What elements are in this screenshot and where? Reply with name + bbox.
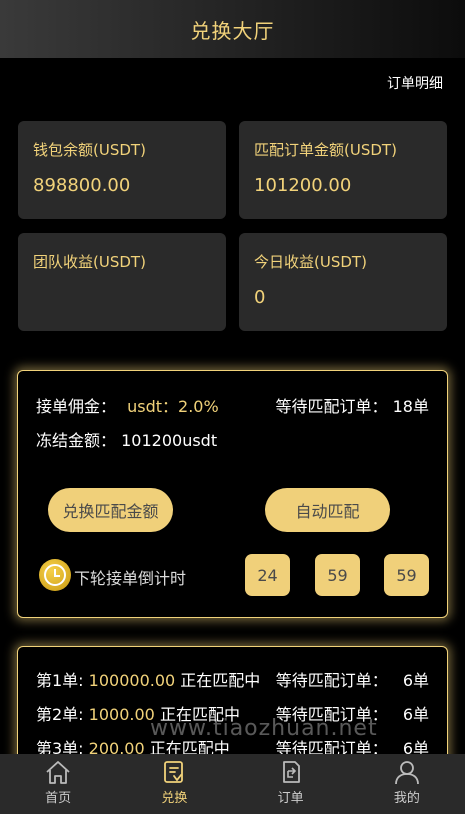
matching-panel: 接单佣金： usdt：2.0% 等待匹配订单： 18单 冻结金额： 101200… (17, 370, 448, 618)
stat-value: 898800.00 (33, 175, 131, 196)
order-icon (282, 761, 300, 783)
order-waiting-label: 等待匹配订单： (275, 671, 388, 690)
waiting-label: 等待匹配订单： (275, 397, 388, 416)
order-waiting-label: 等待匹配订单： (275, 705, 388, 724)
stat-label: 团队收益(USDT) (33, 253, 146, 271)
tab-mine[interactable]: 我的 (349, 754, 465, 814)
stat-value: 0 (254, 287, 266, 308)
auto-match-button[interactable]: 自动匹配 (265, 488, 390, 532)
timer-icon (39, 559, 71, 591)
order-detail-link[interactable]: 订单明细 (387, 73, 443, 93)
order-waiting-count: 6单 (402, 705, 429, 724)
tab-exchange[interactable]: 兑换 (116, 754, 232, 814)
stat-label: 匹配订单金额(USDT) (254, 141, 397, 159)
countdown-seconds: 59 (384, 554, 429, 596)
user-icon (394, 761, 419, 785)
order-row: 第2单: 1000.00 正在匹配中 (36, 701, 240, 725)
page-title: 兑换大厅 (190, 18, 275, 43)
today-earnings-card: 今日收益(USDT) 0 (239, 233, 447, 331)
waiting-orders-row: 等待匹配订单： 18单 (276, 393, 429, 417)
stat-label: 今日收益(USDT) (254, 253, 367, 271)
order-row: 第1单: 100000.00 正在匹配中 (36, 667, 260, 691)
wallet-balance-card: 钱包余额(USDT) 898800.00 (18, 121, 226, 219)
tab-label: 首页 (45, 791, 72, 806)
frozen-amount-row: 冻结金额： 101200usdt (36, 427, 217, 451)
stat-value: 101200.00 (254, 175, 352, 196)
commission-row: 接单佣金： usdt：2.0% (36, 393, 219, 417)
stat-label: 钱包余额(USDT) (33, 141, 146, 159)
tab-label: 我的 (393, 791, 420, 806)
order-amount: 1000.00 (88, 705, 155, 724)
order-waiting-count: 6单 (402, 671, 429, 690)
team-earnings-card: 团队收益(USDT) (18, 233, 226, 331)
tab-label: 兑换 (161, 791, 188, 806)
frozen-value: 101200usdt (121, 431, 218, 450)
commission-value: usdt：2.0% (127, 397, 219, 416)
exchange-icon (164, 761, 184, 783)
match-order-amount-card: 匹配订单金额(USDT) 101200.00 (239, 121, 447, 219)
order-name: 第1单: (36, 671, 84, 690)
tab-label: 订单 (277, 791, 304, 806)
countdown-minutes: 59 (315, 554, 360, 596)
tab-orders[interactable]: 订单 (233, 754, 349, 814)
order-waiting: 等待匹配订单： 6单 (276, 667, 429, 691)
countdown-hours: 24 (245, 554, 290, 596)
order-amount: 100000.00 (88, 671, 176, 690)
countdown-label: 下轮接单倒计时 (74, 569, 187, 588)
page-header: 兑换大厅 (0, 0, 465, 58)
commission-label: 接单佣金： (36, 397, 117, 416)
home-icon (46, 761, 70, 784)
order-name: 第2单: (36, 705, 84, 724)
waiting-count: 18单 (392, 397, 429, 416)
tab-home[interactable]: 首页 (0, 754, 116, 814)
order-status: 正在匹配中 (180, 671, 261, 690)
exchange-match-amount-button[interactable]: 兑换匹配金额 (48, 488, 173, 532)
order-waiting: 等待匹配订单： 6单 (276, 701, 429, 725)
frozen-label: 冻结金额： (36, 431, 117, 450)
order-status: 正在匹配中 (159, 705, 240, 724)
bottom-tab-bar: 首页 兑换 订单 我的 (0, 754, 465, 814)
